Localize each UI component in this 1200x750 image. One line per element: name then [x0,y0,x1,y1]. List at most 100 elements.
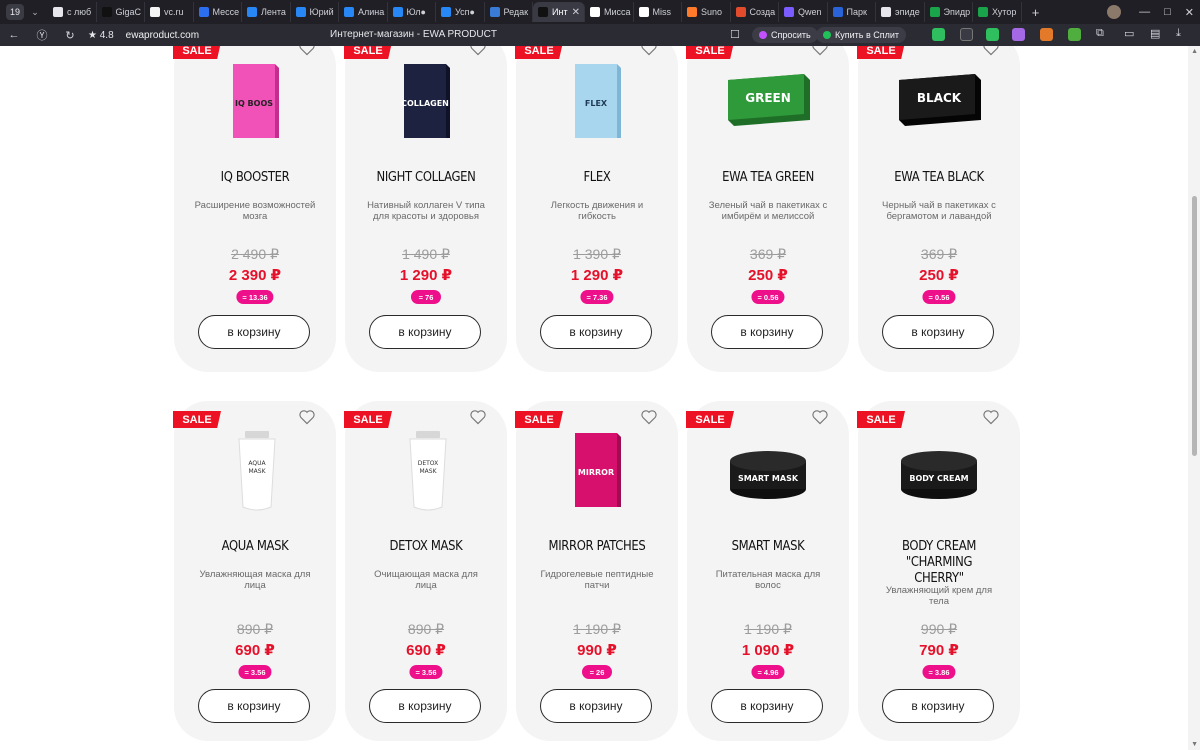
page-title: Интернет-магазин - EWA PRODUCT [330,29,497,40]
browser-tab[interactable]: Мисса [585,2,634,22]
product-image[interactable]: GREEN [718,54,818,146]
url-field[interactable]: ewaproduct.com [126,30,199,41]
product-name[interactable]: NIGHT COLLAGEN [362,169,491,185]
reader-icon[interactable]: ▤ [1150,27,1160,40]
product-card: SALE DETOX MASK DETOX MASK Очищающая маска… [344,401,507,741]
add-to-cart-button[interactable]: в корзину [369,689,481,723]
tab-label: Эпидр [943,7,971,17]
add-to-cart-button[interactable]: в корзину [540,689,652,723]
yandex-logo-icon[interactable]: Ⓨ [32,27,52,43]
bonus-badge: = 76 [411,290,441,304]
product-image[interactable]: BLACK [889,54,989,146]
browser-tab[interactable]: Юрий [291,2,339,22]
scroll-up-icon[interactable]: ▲ [1191,48,1198,55]
tab-label: Юл● [406,7,426,17]
browser-tab[interactable]: Эпидр [925,2,973,22]
puzzle-icon[interactable]: ⧉ [1096,27,1104,40]
close-icon[interactable]: ✕ [1185,6,1194,19]
add-to-cart-button[interactable]: в корзину [198,689,310,723]
product-image[interactable]: IQ BOOS [205,54,305,146]
site-rating[interactable]: ★ 4.8 [88,30,114,41]
collections-icon[interactable]: ▭ [1124,27,1134,40]
product-name[interactable]: FLEX [533,169,662,185]
product-name[interactable]: SMART MASK [704,538,833,554]
product-image[interactable]: COLLAGEN [376,54,476,146]
pen-extension-icon[interactable] [1012,28,1025,41]
split-button[interactable]: Купить в Сплит [816,27,907,43]
add-to-cart-button[interactable]: в корзину [882,689,994,723]
add-to-cart-button[interactable]: в корзину [882,315,994,349]
browser-tab[interactable]: эпиде [876,2,925,22]
svg-text:SMART MASK: SMART MASK [738,474,799,483]
svg-text:GREEN: GREEN [745,91,791,105]
maximize-icon[interactable]: □ [1164,6,1171,18]
add-to-cart-button[interactable]: в корзину [711,689,823,723]
tab-label: Алина [358,7,385,17]
extension-icon[interactable] [960,28,973,41]
bookmark-icon[interactable]: ☐ [730,28,740,41]
browser-tab[interactable]: Созда [731,2,779,22]
profile-avatar[interactable] [1107,5,1122,19]
browser-tab[interactable]: Парк [828,2,876,22]
bonus-badge: = 3.56 [238,665,272,679]
ask-button[interactable]: Спросить [752,27,818,43]
tab-count-button[interactable]: 19 [6,4,24,20]
product-image[interactable]: BODY CREAM [889,423,989,515]
product-image[interactable]: DETOX MASK [376,423,476,515]
new-tab-plus-icon[interactable]: + [1028,4,1044,20]
product-name[interactable]: MIRROR PATCHES [533,538,662,554]
svg-text:MASK: MASK [248,468,266,475]
tab-favicon-icon [638,7,649,17]
browser-tab[interactable]: GigaC [97,2,145,22]
back-arrow-icon[interactable]: ← [4,29,24,41]
product-image[interactable]: SMART MASK [718,423,818,515]
tab-favicon-icon [832,7,843,17]
scroll-down-icon[interactable]: ▼ [1191,741,1198,748]
scrollbar-thumb[interactable] [1192,196,1197,456]
browser-tab[interactable]: Редак [485,2,533,22]
browser-tab[interactable]: Хутор [973,2,1022,22]
browser-tab[interactable]: Мессе [194,2,242,22]
minimize-icon[interactable]: — [1139,6,1150,18]
add-to-cart-button[interactable]: в корзину [540,315,652,349]
browser-tab[interactable]: vc.ru [145,2,194,22]
product-name[interactable]: DETOX MASK [362,538,491,554]
download-extension-icon[interactable] [1068,28,1081,41]
product-name[interactable]: EWA TEA BLACK [875,169,1004,185]
product-image[interactable]: FLEX [547,54,647,146]
browser-tab[interactable]: Suno [682,2,731,22]
product-name[interactable]: IQ BOOSTER [191,169,320,185]
scrollbar[interactable]: ▲ ▼ [1188,46,1200,750]
add-to-cart-button[interactable]: в корзину [369,315,481,349]
product-name[interactable]: AQUA MASK [191,538,320,554]
browser-tab[interactable]: Усп● [436,2,485,22]
browser-tab[interactable]: Юл● [388,2,436,22]
old-price: 1 490 ₽ [402,246,450,262]
download-icon[interactable]: ⤓ [1176,27,1181,40]
tab-label: Парк [846,7,867,17]
current-price: 690 ₽ [235,642,275,659]
tab-list: с люб GigaC vc.ru Мессе Лента Юрий Алина Юл● Усп… [48,0,1022,24]
product-image[interactable]: AQUA MASK [205,423,305,515]
browser-tab[interactable]: Алина [339,2,388,22]
bonus-badge: = 0.56 [922,290,956,304]
browser-tab[interactable]: Лента [242,2,291,22]
add-to-cart-button[interactable]: в корзину [198,315,310,349]
chevron-down-icon[interactable]: ⌄ [28,4,42,20]
tab-close-icon[interactable]: ✕ [572,7,580,18]
reload-icon[interactable]: ↻ [60,29,80,42]
product-name[interactable]: BODY CREAM "CHARMING CHERRY" [883,538,995,586]
shield-extension-icon[interactable] [932,28,945,41]
tab-label: Усп● [455,7,475,17]
b-extension-icon[interactable] [986,28,999,41]
browser-tab[interactable]: Qwen [779,2,828,22]
product-name[interactable]: EWA TEA GREEN [704,169,833,185]
browser-tab[interactable]: Инт ✕ [533,2,585,22]
add-to-cart-button[interactable]: в корзину [711,315,823,349]
browser-tab[interactable]: с люб [48,2,97,22]
current-price: 1 290 ₽ [570,267,624,284]
fox-extension-icon[interactable] [1040,28,1053,41]
tab-favicon-icon [978,7,988,17]
product-image[interactable]: MIRROR [547,423,647,515]
browser-tab[interactable]: Miss [634,2,682,22]
